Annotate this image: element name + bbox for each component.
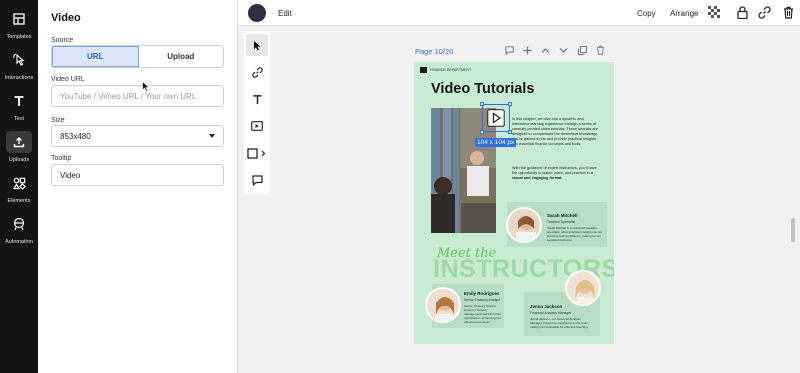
source-url-option[interactable]: URL <box>52 46 139 67</box>
color-swatch[interactable] <box>248 4 266 22</box>
mouse-cursor-icon <box>142 81 150 92</box>
panel-title: Video <box>51 12 81 24</box>
chevron-down-icon <box>209 134 215 138</box>
link-tool[interactable] <box>246 61 268 83</box>
add-icon[interactable] <box>522 45 532 55</box>
resize-handle[interactable] <box>480 130 484 134</box>
canvas-scrollbar[interactable] <box>791 218 795 242</box>
instructor-name: Sarah Mitchell <box>547 213 578 218</box>
rail-label: Text <box>13 116 25 122</box>
comment-icon[interactable] <box>504 45 514 55</box>
interactions-icon <box>6 49 32 71</box>
avatar <box>565 270 601 306</box>
resize-handle[interactable] <box>508 130 512 134</box>
trash-icon[interactable] <box>595 45 605 55</box>
rail-label: Automation <box>5 239 33 245</box>
transparency-icon[interactable] <box>707 5 721 19</box>
rail-item-text[interactable]: Text <box>0 90 38 128</box>
automation-icon <box>6 213 32 235</box>
video-icon <box>251 121 263 131</box>
video-element[interactable] <box>480 102 512 134</box>
link-icon <box>251 66 263 78</box>
size-label: Size <box>51 117 65 124</box>
text-icon <box>252 94 262 104</box>
document-page[interactable]: FINANCE DEPARTMENT Video Tutorials In th… <box>414 62 614 344</box>
instructor-name: Jenna Jackson <box>530 304 563 309</box>
chevron-down-icon[interactable] <box>558 45 568 55</box>
text-icon <box>6 90 32 112</box>
instructor-name: Emily Rodrigues <box>464 291 500 296</box>
instructor-role: Taxation Specialist <box>547 220 576 224</box>
guidance-paragraph: With the guidance of expert instructors,… <box>512 166 600 181</box>
instructor-desc: Jenna Jackson, our Financial Analysis Ma… <box>530 317 589 329</box>
instructor-role: Financial Analysis Manager <box>530 311 572 315</box>
rail-item-templates[interactable]: Templates <box>0 8 38 46</box>
left-rail: Templates Interactions Text Uploads Elem… <box>0 0 38 373</box>
instructor-desc: Sarah Mitchell is a seasoned taxation sp… <box>547 226 602 242</box>
resize-handle[interactable] <box>508 102 512 106</box>
shape-tool[interactable] <box>246 142 268 164</box>
rail-label: Uploads <box>8 157 30 163</box>
avatar <box>506 207 542 243</box>
rail-item-interactions[interactable]: Interactions <box>0 49 38 87</box>
select-tool[interactable] <box>246 34 268 56</box>
rail-label: Templates <box>6 34 32 40</box>
arrange-button[interactable]: Arrange <box>670 9 698 18</box>
brand-name: FINANCE DEPARTMENT <box>430 68 472 72</box>
templates-icon <box>6 8 32 30</box>
select-icon <box>253 40 260 50</box>
source-label: Source <box>51 37 74 44</box>
guidance-text: With the guidance of expert instructors,… <box>512 166 597 175</box>
rail-label: Interactions <box>4 75 34 81</box>
chevron-up-icon[interactable] <box>540 45 550 55</box>
dimension-tooltip: 104 x 104 px <box>475 138 517 147</box>
rail-label: Elements <box>7 198 31 204</box>
play-icon <box>487 109 505 127</box>
video-tool[interactable] <box>246 115 268 137</box>
avatar <box>425 287 461 323</box>
intro-paragraph: In this chapter, we dive into a dynamic … <box>512 117 598 146</box>
shape-icon <box>247 147 266 159</box>
page-label: Page 10/20 <box>415 47 454 56</box>
video-url-label: Video URL <box>51 76 85 83</box>
rail-item-elements[interactable]: Elements <box>0 172 38 210</box>
instructor-role: Senior Treasury Analyst <box>464 298 500 302</box>
text-tool[interactable] <box>246 88 268 110</box>
edit-button[interactable]: Edit <box>278 9 292 18</box>
tooltip-input[interactable]: Video <box>51 164 224 186</box>
elements-icon <box>6 172 32 194</box>
brand-logo-icon <box>420 67 427 73</box>
instructor-desc: Senior Treasury Analyst known in treasur… <box>464 304 501 324</box>
trash-icon[interactable] <box>781 5 795 19</box>
properties-panel: Video Source URL Upload Video URL YouTub… <box>38 0 238 373</box>
lock-icon[interactable] <box>735 5 749 19</box>
resize-handle[interactable] <box>480 102 484 106</box>
link-icon[interactable] <box>757 5 771 19</box>
rail-item-uploads[interactable]: Uploads <box>0 131 38 169</box>
source-upload-option[interactable]: Upload <box>139 46 224 67</box>
top-bar: Edit Copy Arrange <box>238 0 800 26</box>
comment-icon <box>251 174 263 186</box>
guidance-bold: visual and engaging format. <box>512 176 563 180</box>
source-toggle: URL Upload <box>51 45 224 68</box>
tool-strip <box>244 32 270 194</box>
document-title: Video Tutorials <box>431 81 535 97</box>
upload-icon <box>6 131 32 153</box>
tooltip-label: Tooltip <box>51 155 72 162</box>
size-select[interactable]: 853x480 <box>51 125 224 147</box>
rail-item-automation[interactable]: Automation <box>0 213 38 251</box>
duplicate-icon[interactable] <box>577 45 587 55</box>
copy-button[interactable]: Copy <box>637 9 656 18</box>
video-url-input[interactable]: YouTube / Vimeo URL / Your own URL <box>51 85 224 107</box>
size-value: 853x480 <box>60 131 91 141</box>
comment-tool[interactable] <box>246 169 268 191</box>
